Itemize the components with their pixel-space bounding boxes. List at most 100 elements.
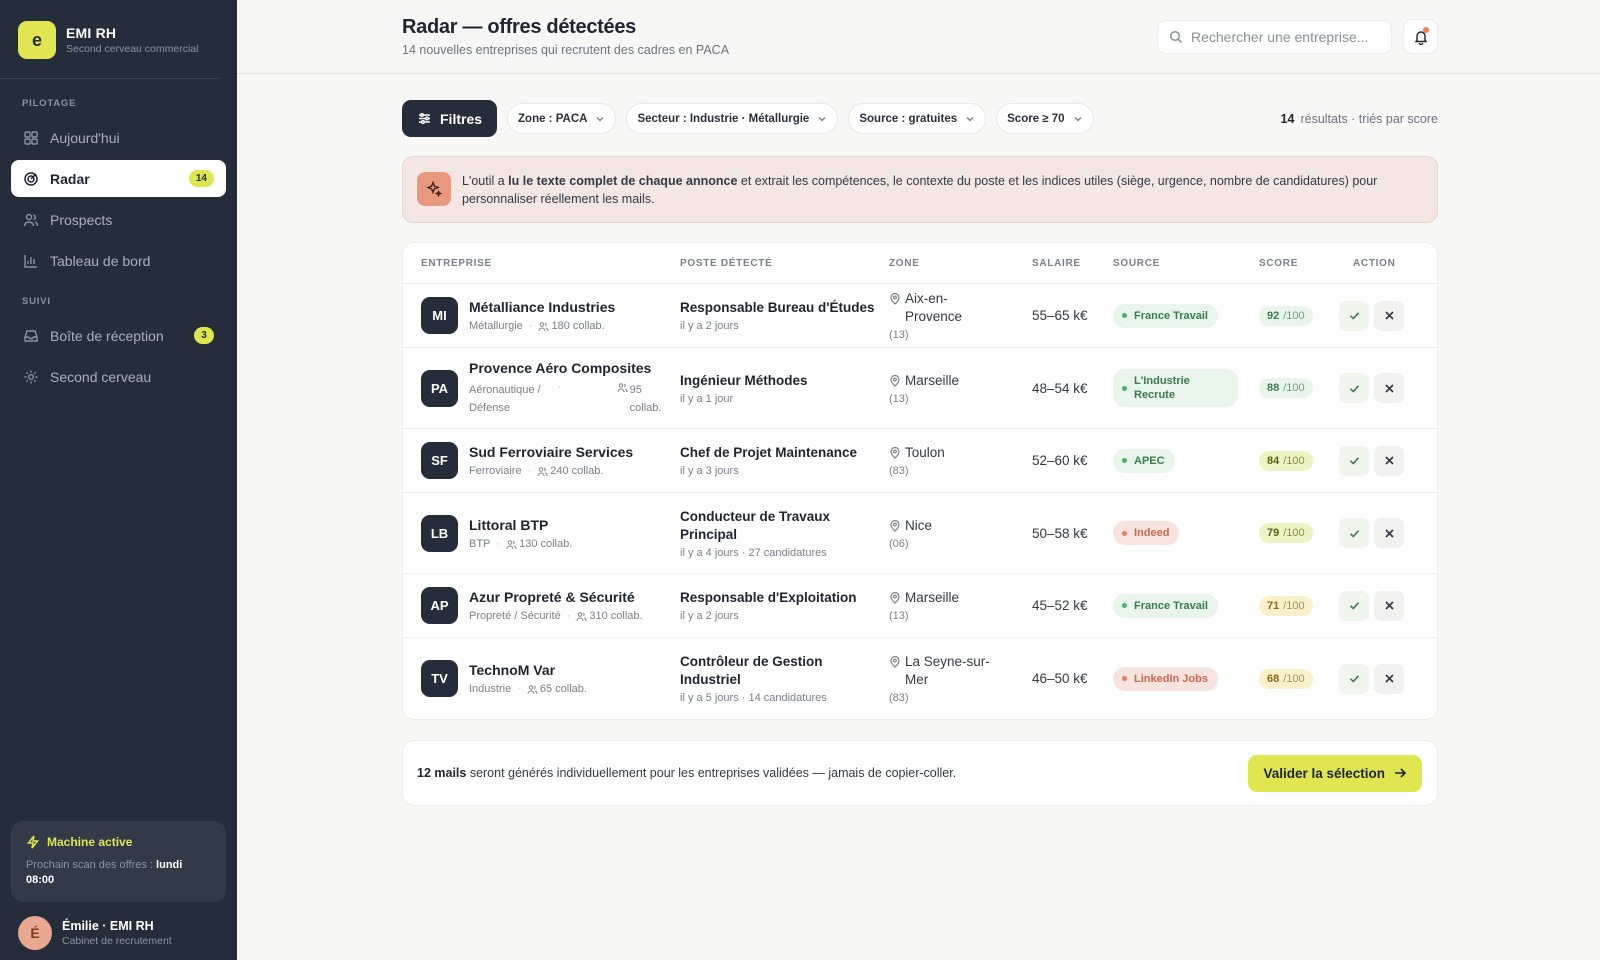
info-text-bold: lu le texte complet de chaque annonce xyxy=(508,174,738,188)
accept-button[interactable] xyxy=(1339,373,1369,403)
notifications-button[interactable] xyxy=(1403,19,1438,54)
table-row[interactable]: SF Sud Ferroviaire Services Ferroviaire · 24… xyxy=(403,429,1437,493)
user-role: Cabinet de recrutement xyxy=(62,935,172,947)
brand-title: EMI RH xyxy=(66,25,117,41)
filters-button[interactable]: Filtres xyxy=(402,100,498,137)
poste-meta: il y a 3 jours xyxy=(680,465,739,477)
validate-selection-button[interactable]: Valider la sélection xyxy=(1248,754,1422,792)
accept-button[interactable] xyxy=(1339,663,1369,694)
col-header-entreprise[interactable]: ENTREPRISE xyxy=(403,258,680,269)
filter-chip-label: Secteur : Industrie · Métallurgie xyxy=(637,112,810,125)
poste-title[interactable]: Contrôleur de Gestion Industriel xyxy=(680,653,879,689)
reject-button[interactable] xyxy=(1374,445,1404,476)
zone-departement: (83) xyxy=(889,465,909,477)
table-row[interactable]: AP Azur Propreté & Sécurité Propreté / Séc… xyxy=(403,574,1437,638)
accept-button[interactable] xyxy=(1339,518,1369,548)
col-header-source[interactable]: SOURCE xyxy=(1113,258,1259,269)
cell-action xyxy=(1339,590,1414,621)
zone-city-text: Toulon xyxy=(905,445,945,460)
users-icon xyxy=(576,612,587,622)
filter-chip-secteur[interactable]: Secteur : Industrie · Métallurgie xyxy=(626,103,839,134)
close-icon xyxy=(1384,674,1394,683)
table-row[interactable]: PA Provence Aéro Composites Aéronautique /… xyxy=(403,348,1437,429)
company-logo: LB xyxy=(421,514,458,552)
poste-title[interactable]: Conducteur de Travaux Principal xyxy=(680,508,879,544)
source-badge: France Travail xyxy=(1113,593,1218,618)
search-input[interactable]: Rechercher une entreprise... xyxy=(1157,19,1392,54)
cell-poste: Ingénieur Méthodes il y a 1 jour xyxy=(680,372,889,405)
filter-chip-label: Zone : PACA xyxy=(518,112,588,125)
col-header-poste[interactable]: POSTE DÉTECTÉ xyxy=(680,258,889,269)
company-meta: Ferroviaire · 240 collab. xyxy=(469,465,633,477)
accept-button[interactable] xyxy=(1339,445,1369,476)
source-label: LinkedIn Jobs xyxy=(1134,672,1208,685)
reject-button[interactable] xyxy=(1374,373,1404,403)
company-name[interactable]: Littoral BTP xyxy=(469,517,572,533)
reject-button[interactable] xyxy=(1374,663,1404,694)
filter-chip-score[interactable]: Score ≥ 70 xyxy=(996,103,1094,134)
cell-entreprise: PA Provence Aéro Composites Aéronautique /… xyxy=(403,360,680,417)
accept-button[interactable] xyxy=(1339,300,1369,331)
reject-button[interactable] xyxy=(1374,518,1404,548)
col-header-action: ACTION xyxy=(1353,257,1396,269)
poste-title[interactable]: Chef de Projet Maintenance xyxy=(680,444,879,462)
sidebar-item-aujourdhui[interactable]: Aujourd'hui xyxy=(11,119,226,156)
user-profile[interactable]: É Émilie · EMI RH Cabinet de recrutement xyxy=(18,916,172,950)
company-employees: 240 collab. xyxy=(537,465,603,477)
machine-status-card: Machine active Prochain scan des offres … xyxy=(11,821,226,902)
reject-button[interactable] xyxy=(1374,300,1404,331)
zone-city-text: Marseille xyxy=(905,372,960,388)
zone-city-text: La Seyne-sur-Mer xyxy=(905,654,990,687)
poste-title[interactable]: Responsable Bureau d'Études xyxy=(680,299,879,317)
source-badge: APEC xyxy=(1113,448,1175,473)
sidebar-item-label: Second cerveau xyxy=(50,368,152,385)
score-value: 71 xyxy=(1267,599,1280,612)
col-header-score[interactable]: SCORE xyxy=(1259,258,1339,269)
cell-salaire: 55–65 k€ xyxy=(1032,308,1113,323)
col-header-zone[interactable]: ZONE xyxy=(889,258,1032,269)
zone-city-text: Aix-en-Provence xyxy=(905,291,963,324)
cell-source: France Travail xyxy=(1113,593,1259,618)
sidebar-item-second-cerveau[interactable]: Second cerveau xyxy=(11,358,226,395)
table-row[interactable]: TV TechnoM Var Industrie · 65 collab. Contrôl… xyxy=(403,638,1437,719)
sidebar-item-boite-de-reception[interactable]: Boîte de réception 3 xyxy=(11,317,226,354)
sidebar-item-tableau-de-bord[interactable]: Tableau de bord xyxy=(11,242,226,279)
poste-title[interactable]: Ingénieur Méthodes xyxy=(680,372,879,390)
source-label: France Travail xyxy=(1134,309,1208,322)
company-name[interactable]: Sud Ferroviaire Services xyxy=(469,444,633,460)
poste-title[interactable]: Responsable d'Exploitation xyxy=(680,589,879,607)
score-badge: 92/100 xyxy=(1259,305,1313,326)
sparkle-icon xyxy=(417,172,451,206)
chevron-down-icon xyxy=(596,116,604,121)
cell-zone: Nice (06) xyxy=(889,517,1032,550)
company-name[interactable]: Azur Propreté & Sécurité xyxy=(469,589,643,605)
cell-poste: Responsable Bureau d'Études il y a 2 jour… xyxy=(680,299,889,332)
sidebar-item-label: Radar xyxy=(50,170,90,187)
cell-source: APEC xyxy=(1113,448,1259,473)
footer-mail-count: 12 mails xyxy=(417,766,467,780)
accept-button[interactable] xyxy=(1339,590,1369,621)
sidebar-item-radar[interactable]: Radar 14 xyxy=(11,160,226,197)
zone-city: La Seyne-sur-Mer xyxy=(889,653,1024,689)
company-name[interactable]: TechnoM Var xyxy=(469,662,587,678)
page-title: Radar — offres détectées xyxy=(402,16,637,38)
users-icon xyxy=(538,322,549,332)
poste-meta: il y a 4 jours · 27 candidatures xyxy=(680,546,827,559)
filter-chip-zone[interactable]: Zone : PACA xyxy=(507,103,617,134)
reject-button[interactable] xyxy=(1374,590,1404,621)
brand-logo: e xyxy=(18,21,56,59)
company-employees: 180 collab. xyxy=(538,320,605,332)
company-name[interactable]: Provence Aéro Composites xyxy=(469,360,663,376)
cell-score: 71/100 xyxy=(1259,595,1339,616)
table-row[interactable]: MI Métalliance Industries Métallurgie · 180 … xyxy=(403,284,1437,348)
filter-chip-source[interactable]: Source : gratuites xyxy=(848,103,987,134)
company-sector: BTP xyxy=(469,537,491,550)
company-meta: Propreté / Sécurité · 310 collab. xyxy=(469,610,643,622)
col-header-salaire[interactable]: SALAIRE xyxy=(1032,258,1113,269)
sidebar-item-prospects[interactable]: Prospects xyxy=(11,201,226,238)
validate-selection-label: Valider la sélection xyxy=(1263,765,1385,781)
zone-city: Aix-en-Provence xyxy=(889,290,1024,326)
company-logo: AP xyxy=(421,587,458,624)
table-row[interactable]: LB Littoral BTP BTP · 130 collab. Conducteur … xyxy=(403,493,1437,574)
company-name[interactable]: Métalliance Industries xyxy=(469,299,615,315)
